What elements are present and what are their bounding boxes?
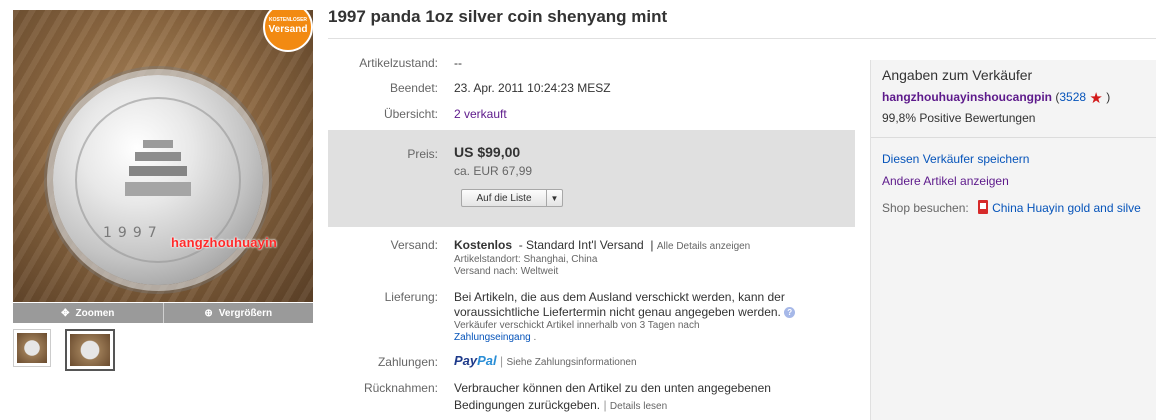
shipping-cost: Kostenlos (454, 238, 513, 252)
seller-name-row: hangzhouhuayinshoucangpin (3528 ★ ) (882, 89, 1110, 107)
payment-info-link[interactable]: Siehe Zahlungsinformationen (506, 357, 636, 368)
shipping-service: - Standard Int'l Versand (518, 238, 644, 252)
returns-details-link[interactable]: Details lesen (610, 401, 667, 412)
shipping-details-link[interactable]: Alle Details anzeigen (657, 241, 750, 252)
item-title: 1997 panda 1oz silver coin shenyang mint (328, 7, 668, 26)
help-icon[interactable]: ? (784, 307, 796, 318)
price-label: Preis: (407, 147, 438, 161)
handling-suffix: . (533, 332, 537, 343)
watchlist-button[interactable]: Auf die Liste ▼ (461, 189, 563, 207)
feedback-close: ) (1106, 90, 1111, 104)
thumbnail-strip (13, 329, 313, 371)
zoom-label: Zoomen (75, 307, 115, 319)
watchlist-button-label: Auf die Liste (476, 192, 532, 204)
price-converted: ca. EUR 67,99 (454, 164, 533, 178)
image-watermark: hangzhouhuayin (171, 235, 278, 250)
payment-received-link[interactable]: Zahlungseingang (454, 332, 531, 343)
seller-panel-title: Angaben zum Verkäufer (882, 67, 1033, 83)
star-icon: ★ (1089, 90, 1103, 107)
delivery-line1: Bei Artikeln, die aus dem Ausland versch… (454, 290, 785, 304)
zoom-button[interactable]: ✥ Zoomen (13, 303, 163, 323)
seller-username-link[interactable]: hangzhouhuayinshoucangpin (882, 90, 1052, 104)
image-gallery: 1997 hangzhouhuayin KOSTENLOSER Versand … (13, 10, 313, 371)
thumbnail-2[interactable] (65, 329, 115, 371)
feedback-score-link[interactable]: 3528 (1059, 90, 1086, 104)
coin-image: 1997 (53, 75, 263, 285)
returns-line2-wrap: Bedingungen zurückgeben. | Details lesen (454, 398, 668, 412)
paypal-logo: PayPal (454, 353, 497, 368)
free-shipping-badge-line2: Versand (268, 24, 308, 35)
shop-icon (978, 200, 989, 214)
visit-shop-label: Shop besuchen: (882, 201, 969, 215)
payments-label: Zahlungen: (377, 355, 438, 369)
title-divider (328, 38, 1156, 39)
delivery-label: Lieferung: (384, 290, 438, 304)
price-value: US $99,00 (454, 144, 521, 160)
shipping-label: Versand: (390, 238, 438, 252)
payments-row: PayPal | Siehe Zahlungsinformationen (454, 353, 637, 368)
seller-info-panel: Angaben zum Verkäufer hangzhouhuayinshou… (870, 60, 1156, 420)
condition-value: -- (454, 56, 462, 70)
magnifier-icon: ⊕ (204, 307, 213, 319)
thumbnail-1[interactable] (13, 329, 51, 367)
shipping-summary: Kostenlos - Standard Int'l Versand | All… (454, 238, 751, 252)
thumbnail-image (17, 333, 47, 363)
returns-line1: Verbraucher können den Artikel zu den un… (454, 381, 771, 395)
temple-of-heaven-graphic (123, 130, 193, 200)
handling-time: Verkäufer verschickt Artikel innerhalb v… (454, 320, 700, 331)
ships-to: Versand nach: Weltweit (454, 266, 559, 277)
crosshair-icon: ✥ (61, 307, 70, 319)
delivery-line2-wrap: voraussichtliche Liefertermin nicht gena… (454, 305, 796, 319)
save-seller-link[interactable]: Diesen Verkäufer speichern (882, 152, 1029, 166)
free-shipping-badge-line1: KOSTENLOSER (268, 17, 308, 23)
condition-label: Artikelzustand: (359, 56, 438, 70)
handling-time-wrap: Zahlungseingang . (454, 332, 536, 343)
sold-count-link[interactable]: 2 verkauft (454, 107, 507, 121)
main-item-image[interactable]: 1997 hangzhouhuayin KOSTENLOSER Versand (13, 10, 313, 302)
chevron-down-icon[interactable]: ▼ (546, 190, 562, 206)
returns-line2: Bedingungen zurückgeben. (454, 398, 601, 412)
visit-shop-row: Shop besuchen: China Huayin gold and sil… (882, 200, 1141, 215)
overview-label: Übersicht: (383, 107, 438, 121)
seller-divider (871, 137, 1156, 138)
coin-year: 1997 (103, 225, 163, 241)
thumbnail-image (70, 334, 110, 366)
enlarge-label: Vergrößern (218, 307, 273, 319)
returns-label: Rücknahmen: (363, 381, 438, 395)
delivery-line2: voraussichtliche Liefertermin nicht gena… (454, 305, 781, 319)
shop-link[interactable]: China Huayin gold and silve (992, 201, 1141, 215)
positive-feedback: 99,8% Positive Bewertungen (882, 111, 1036, 125)
ended-value: 23. Apr. 2011 10:24:23 MESZ (454, 81, 611, 95)
ended-label: Beendet: (389, 81, 438, 95)
price-panel (328, 130, 855, 227)
item-location: Artikelstandort: Shanghai, China (454, 254, 598, 265)
image-toolbar: ✥ Zoomen ⊕ Vergrößern (13, 303, 313, 323)
other-items-link[interactable]: Andere Artikel anzeigen (882, 174, 1009, 188)
enlarge-button[interactable]: ⊕ Vergrößern (162, 303, 313, 323)
